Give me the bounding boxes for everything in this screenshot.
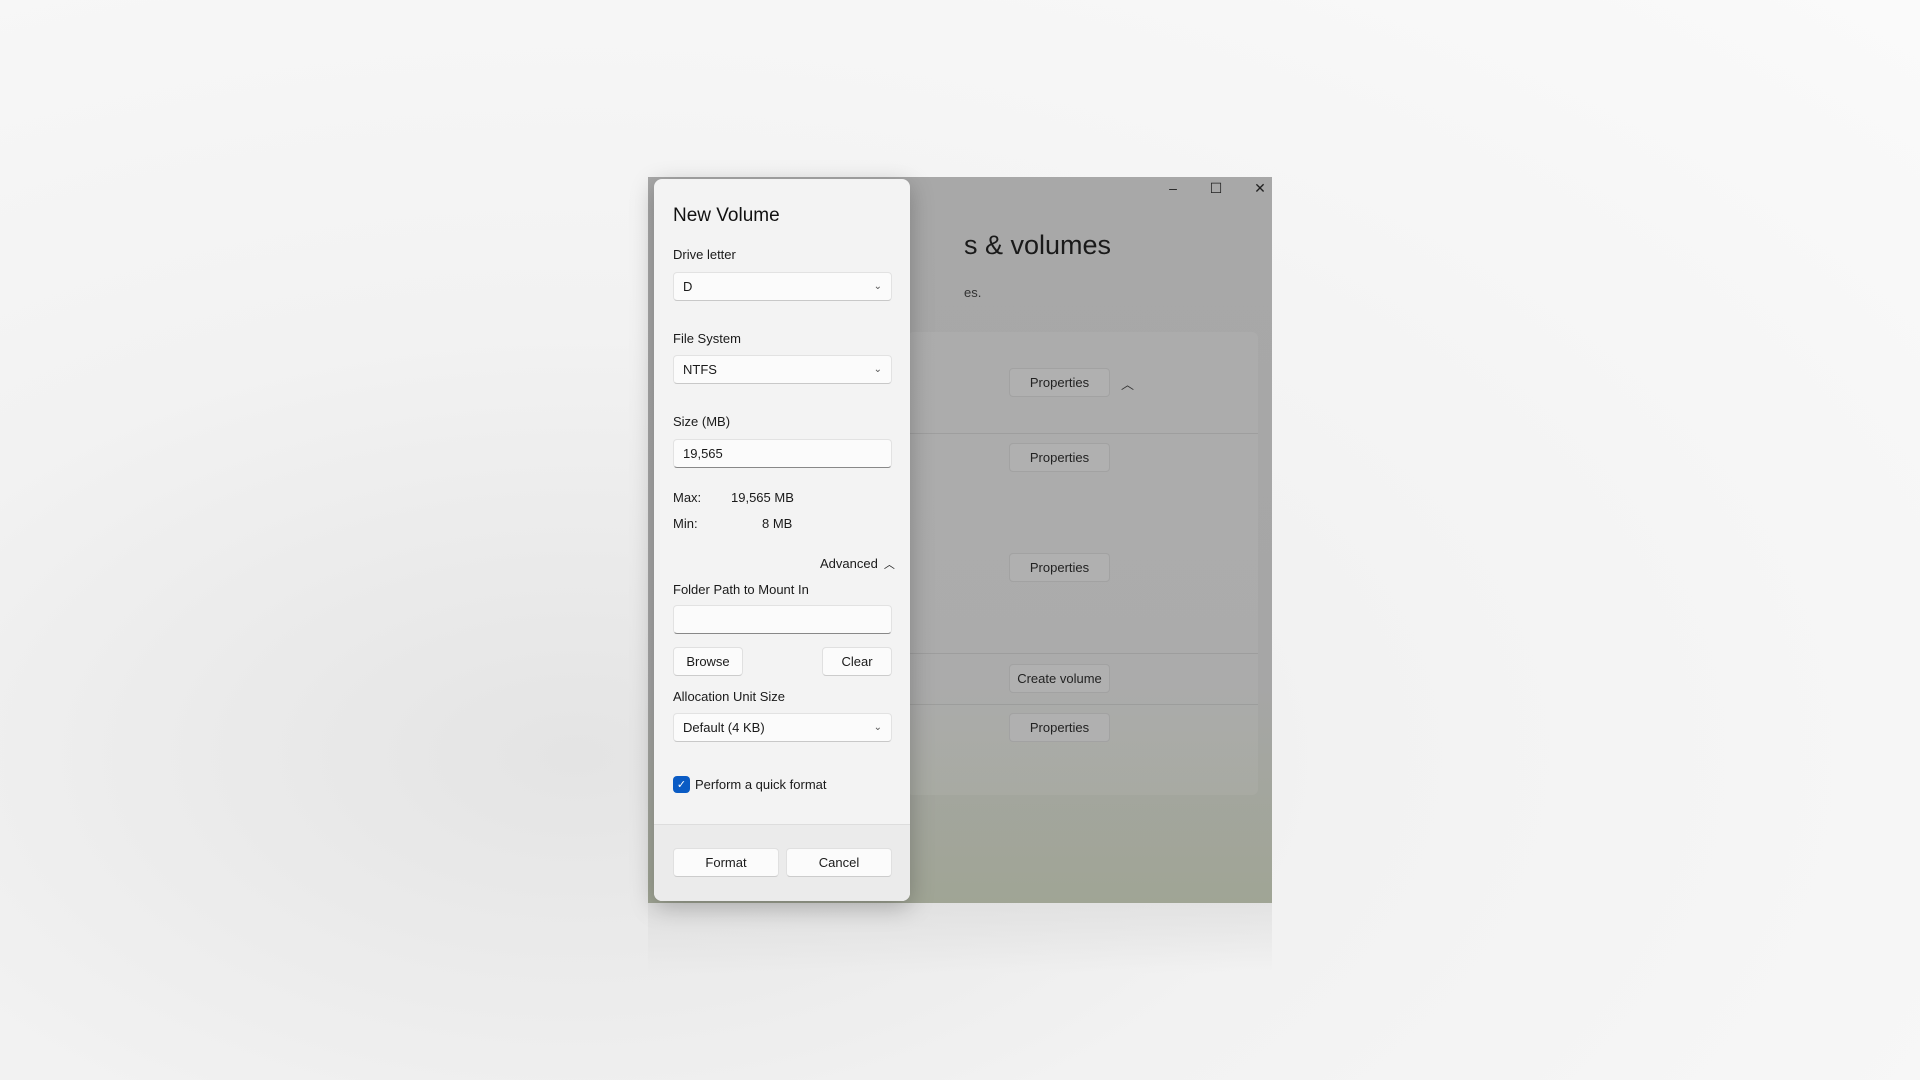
minimize-button[interactable]: – (1163, 180, 1183, 196)
max-value: 19,565 MB (731, 490, 794, 505)
new-volume-dialog: New Volume Drive letter D ⌄ File System N… (654, 179, 910, 901)
checkmark-icon: ✓ (676, 779, 687, 791)
divider (907, 653, 1258, 654)
min-label: Min: (673, 516, 698, 531)
folder-path-label: Folder Path to Mount In (673, 582, 809, 597)
create-volume-button[interactable]: Create volume (1009, 664, 1110, 693)
folder-path-input[interactable] (673, 605, 892, 634)
drive-letter-dropdown[interactable]: D ⌄ (673, 272, 892, 301)
quick-format-checkbox[interactable]: ✓ (673, 776, 690, 793)
drive-letter-label: Drive letter (673, 247, 736, 262)
clear-button[interactable]: Clear (822, 647, 892, 676)
format-button[interactable]: Format (673, 848, 779, 877)
allocation-label: Allocation Unit Size (673, 689, 785, 704)
advanced-label: Advanced (820, 556, 878, 571)
maximize-button[interactable]: ☐ (1206, 180, 1226, 197)
file-system-value: NTFS (683, 362, 717, 377)
page-subtitle: es. (964, 285, 982, 300)
properties-button[interactable]: Properties (1009, 553, 1110, 582)
cancel-button[interactable]: Cancel (786, 848, 892, 877)
page-title: s & volumes (964, 230, 1112, 260)
chevron-down-icon: ⌄ (873, 281, 882, 292)
size-value: 19,565 (683, 446, 723, 461)
advanced-toggle[interactable]: Advanced ︿ (820, 556, 895, 572)
allocation-dropdown[interactable]: Default (4 KB) ⌄ (673, 713, 892, 742)
browse-button[interactable]: Browse (673, 647, 743, 676)
properties-button[interactable]: Properties (1009, 713, 1110, 742)
dialog-title: New Volume (673, 205, 780, 226)
max-label: Max: (673, 490, 702, 505)
allocation-value: Default (4 KB) (683, 720, 765, 735)
file-system-dropdown[interactable]: NTFS ⌄ (673, 355, 892, 384)
properties-button[interactable]: Properties (1009, 368, 1110, 397)
dialog-footer: Format Cancel (654, 824, 910, 901)
chevron-up-icon: ︿ (883, 559, 895, 571)
quick-format-label: Perform a quick format (695, 777, 827, 792)
file-system-label: File System (673, 331, 741, 346)
size-label: Size (MB) (673, 414, 731, 429)
close-button[interactable]: ✕ (1250, 180, 1270, 197)
min-value: 8 MB (762, 516, 793, 531)
drive-letter-value: D (683, 279, 693, 294)
chevron-up-icon[interactable]: ︿ (1121, 374, 1134, 393)
divider (907, 433, 1258, 434)
chevron-down-icon: ⌄ (873, 722, 882, 733)
divider (907, 704, 1258, 705)
window-reflection (648, 903, 1272, 973)
chevron-down-icon: ⌄ (873, 364, 882, 375)
size-input[interactable]: 19,565 (673, 439, 892, 468)
properties-button[interactable]: Properties (1009, 443, 1110, 472)
